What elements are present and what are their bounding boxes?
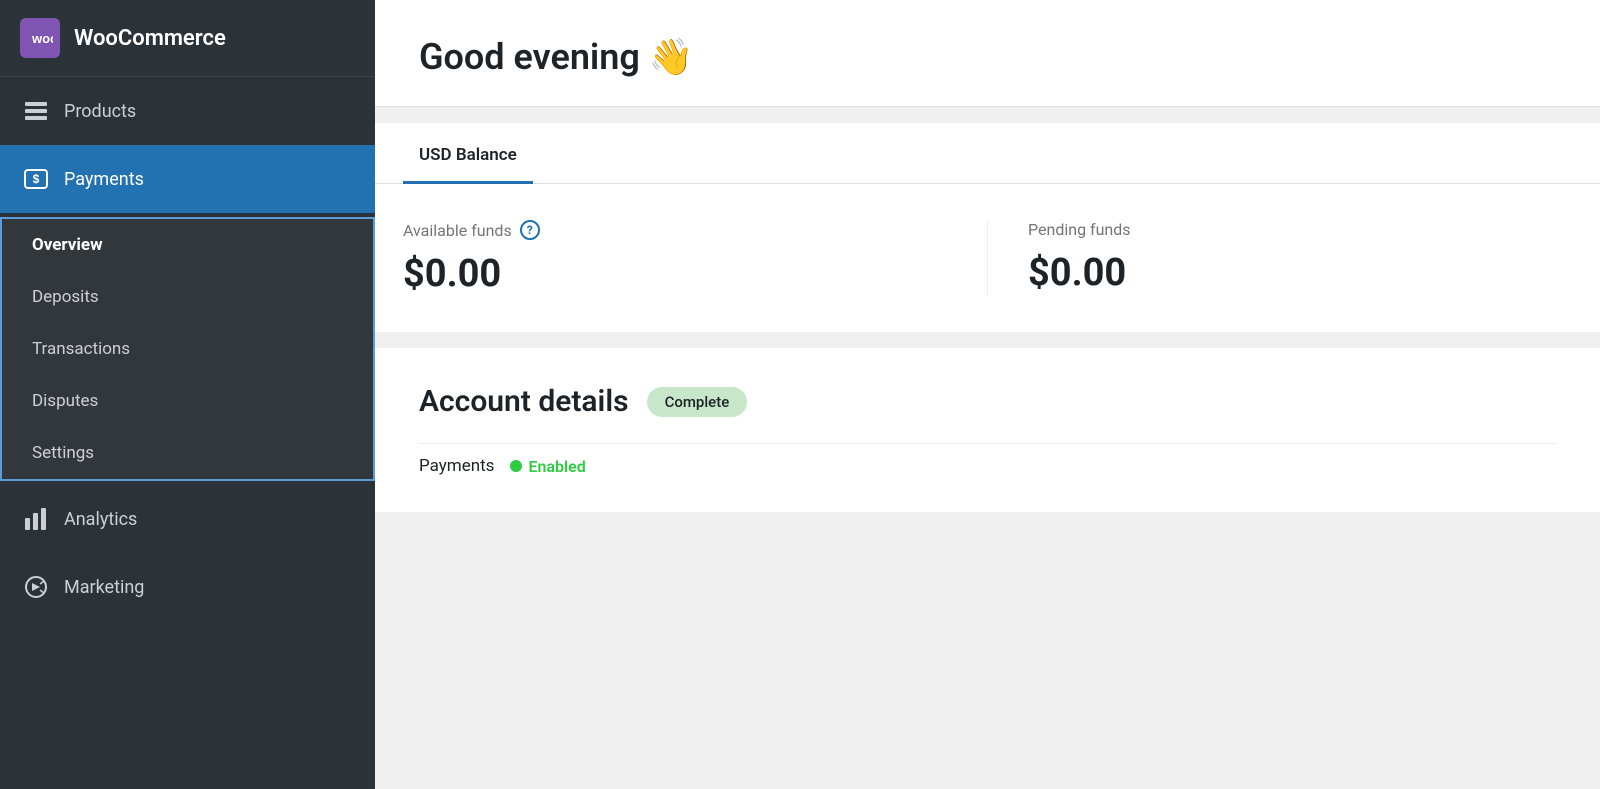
svg-text:$: $: [33, 172, 40, 186]
greeting-card: Good evening 👋: [375, 0, 1600, 107]
submenu-item-settings[interactable]: Settings: [2, 427, 373, 479]
marketing-icon: [22, 573, 50, 601]
pending-funds-label: Pending funds: [1028, 220, 1572, 239]
sidebar-analytics-label: Analytics: [64, 509, 137, 530]
account-complete-badge: Complete: [647, 387, 748, 417]
payments-icon: $: [22, 165, 50, 193]
pending-funds-section: Pending funds $0.00: [988, 220, 1572, 296]
account-details-card: Account details Complete Payments Enable…: [375, 348, 1600, 512]
balance-row: Available funds ? $0.00 Pending funds $0…: [375, 184, 1600, 332]
balance-card: USD Balance Available funds ? $0.00 Pend…: [375, 123, 1600, 332]
status-enabled-dot: [510, 460, 522, 472]
sidebar-item-marketing[interactable]: Marketing: [0, 553, 375, 621]
sidebar-payments-label: Payments: [64, 169, 144, 190]
available-funds-label: Available funds ?: [403, 220, 947, 240]
sidebar-products-label: Products: [64, 101, 136, 122]
sidebar-item-analytics[interactable]: Analytics: [0, 485, 375, 553]
woocommerce-icon: woo: [20, 18, 60, 58]
pending-funds-value: $0.00: [1028, 251, 1572, 295]
submenu-item-transactions[interactable]: Transactions: [2, 323, 373, 375]
payments-submenu: Overview Deposits Transactions Disputes …: [0, 217, 375, 481]
account-payments-row: Payments Enabled: [419, 443, 1556, 476]
sidebar-logo[interactable]: woo WooCommerce: [0, 0, 375, 77]
sidebar-marketing-label: Marketing: [64, 577, 144, 598]
account-details-header: Account details Complete: [419, 384, 1556, 419]
available-funds-value: $0.00: [403, 252, 947, 296]
available-funds-help-icon[interactable]: ?: [520, 220, 540, 240]
analytics-icon: [22, 505, 50, 533]
main-content: Good evening 👋 USD Balance Available fun…: [375, 0, 1600, 789]
products-icon: [22, 97, 50, 125]
sidebar-item-payments[interactable]: $ Payments: [0, 145, 375, 213]
account-payments-label: Payments: [419, 456, 494, 476]
greeting-title: Good evening 👋: [419, 36, 1556, 78]
payments-status: Enabled: [510, 457, 585, 476]
sidebar-item-products[interactable]: Products: [0, 77, 375, 145]
svg-text:woo: woo: [31, 31, 53, 46]
account-details-title: Account details: [419, 384, 629, 419]
submenu-item-disputes[interactable]: Disputes: [2, 375, 373, 427]
balance-tabs: USD Balance: [375, 123, 1600, 184]
sidebar-logo-label: WooCommerce: [74, 26, 226, 51]
available-funds-section: Available funds ? $0.00: [403, 220, 988, 296]
sidebar: woo WooCommerce Products $ Payments Over…: [0, 0, 375, 789]
submenu-item-deposits[interactable]: Deposits: [2, 271, 373, 323]
tab-usd-balance[interactable]: USD Balance: [403, 123, 533, 183]
submenu-item-overview[interactable]: Overview: [2, 219, 373, 271]
